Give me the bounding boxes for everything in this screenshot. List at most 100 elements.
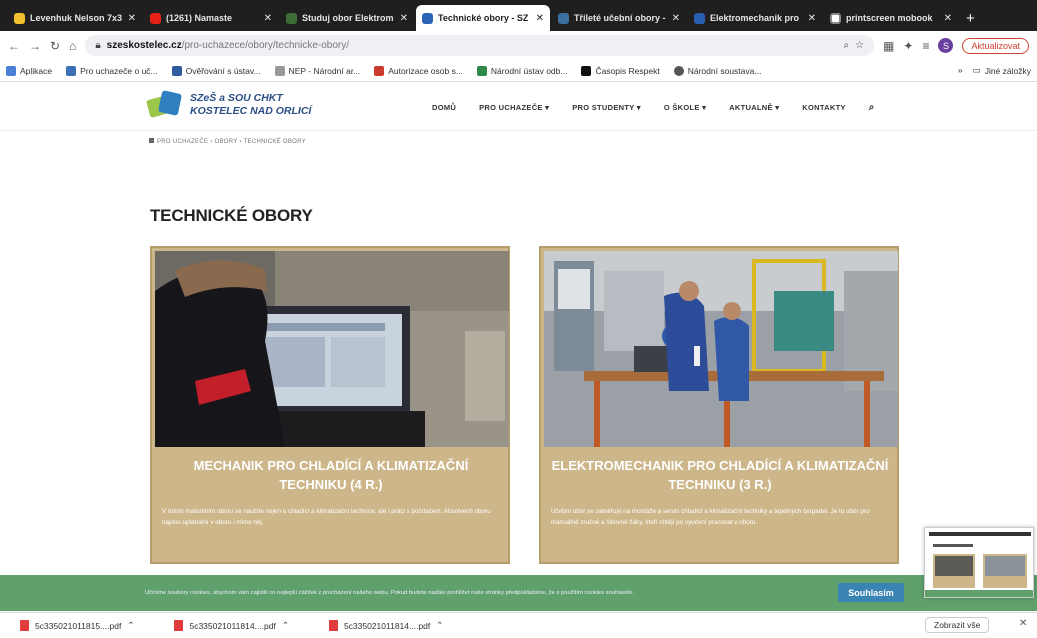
bookmark-favicon-icon [673, 65, 684, 76]
favicon-icon [694, 12, 705, 24]
bookmark-label: Aplikace [20, 65, 53, 76]
site-logo[interactable]: SZeŠ a SOU CHKT KOSTELEC NAD ORLICÍ [145, 88, 311, 122]
program-card-mechanik[interactable]: MECHANIK PRO CHLADÍCÍ A KLIMATIZAČNÍ TEC… [150, 246, 510, 564]
zoom-icon[interactable]: ⌕ [843, 40, 849, 51]
breadcrumb: PRO UCHAZEČE › OBORY › TECHNICKÉ OBORY [149, 138, 306, 145]
site-header: SZeŠ a SOU CHKT KOSTELEC NAD ORLICÍ DOMŮ … [0, 83, 1037, 131]
other-bookmarks-label: Jiné záložky [984, 65, 1031, 76]
favicon-icon [14, 12, 25, 24]
close-icon[interactable]: ✕ [536, 13, 544, 24]
other-bookmarks[interactable]: ▭ Jiné záložky [973, 65, 1031, 76]
nav-item-pro-uchazece[interactable]: PRO UCHAZEČE ▾ [479, 103, 549, 112]
home-icon[interactable]: ⌂ [69, 39, 76, 53]
search-icon[interactable]: ⌕ [869, 102, 875, 113]
card-photo-workshop[interactable] [544, 251, 898, 447]
bookmark-label: Národní ústav odb... [490, 65, 568, 76]
bookmark-label: Ověřování s ústav... [185, 65, 261, 76]
bookmark-item[interactable]: Pro uchazeče o uč... [66, 65, 158, 76]
url-host: szeskostelec.cz [106, 40, 182, 51]
bookmark-item[interactable]: NEP - Národní ar... [274, 65, 361, 76]
cookie-text: Učiníme soubory cookies, abychom vám zaj… [145, 590, 634, 596]
bookmark-item[interactable]: Ověřování s ústav... [171, 65, 261, 76]
nav-item-pro-studenty[interactable]: PRO STUDENTY ▾ [572, 103, 641, 112]
download-filename: 5c335021011815....pdf [35, 620, 122, 631]
nav-item-o-skole[interactable]: O ŠKOLE ▾ [664, 103, 706, 112]
main-nav: DOMŮ PRO UCHAZEČE ▾ PRO STUDENTY ▾ O ŠKO… [432, 83, 875, 131]
bookmarks-bar: Aplikace Pro uchazeče o uč... Ověřování … [0, 60, 1037, 82]
download-item[interactable]: 5c335021011815....pdf ⌃ [20, 620, 134, 631]
nav-item-kontakty[interactable]: KONTAKTY [802, 103, 846, 112]
tab-5[interactable]: Elektromechanik pro ✕ [688, 5, 822, 31]
bookmark-favicon-icon [476, 65, 487, 76]
bookmark-item[interactable]: Národní soustava... [673, 65, 762, 76]
bookmark-item[interactable]: Aplikace [6, 65, 53, 76]
star-icon[interactable]: ☆ [855, 40, 864, 51]
screenshot-preview[interactable] [924, 527, 1034, 598]
card-title[interactable]: MECHANIK PRO CHLADÍCÍ A KLIMATIZAČNÍ TEC… [160, 456, 502, 494]
close-icon[interactable]: ✕ [1019, 618, 1027, 629]
close-icon[interactable]: ✕ [672, 13, 680, 24]
breadcrumb-path[interactable]: PRO UCHAZEČE › OBORY › TECHNICKÉ OBORY [157, 139, 306, 145]
more-bookmarks-icon[interactable]: » [958, 65, 963, 76]
pdf-icon [328, 620, 338, 631]
update-button[interactable]: Aktualizovat [962, 37, 1029, 54]
tab-3-active[interactable]: Technické obory - SZ ✕ [416, 5, 550, 31]
tab-title: Tříleté učební obory - [574, 13, 666, 23]
close-icon[interactable]: ✕ [944, 13, 952, 24]
bookmark-favicon-icon [171, 65, 182, 76]
bookmark-item[interactable]: Časopis Respekt [581, 65, 660, 76]
close-icon[interactable]: ✕ [128, 13, 136, 24]
show-all-downloads-button[interactable]: Zobrazit vše [925, 617, 990, 633]
puzzle-icon[interactable]: ✦ [903, 39, 913, 53]
reading-list-icon[interactable]: ≡ [922, 39, 929, 53]
download-filename: 5c335021011814....pdf [343, 620, 431, 631]
browser-window: Levenhuk Nelson 7x3 ✕ (1261) Namaste ✕ Stu… [0, 0, 1037, 638]
close-icon[interactable]: ✕ [808, 13, 816, 24]
bookmark-label: Autorizace osob s... [388, 65, 463, 76]
cookie-agree-button[interactable]: Souhlasím [838, 583, 904, 602]
tab-title: printscreen mobook [846, 13, 933, 23]
bookmark-label: NEP - Národní ar... [288, 65, 361, 76]
program-card-elektromechanik[interactable]: ELEKTROMECHANIK PRO CHLADÍCÍ A KLIMATIZA… [539, 246, 899, 564]
lock-icon: 🔒︎ [95, 40, 101, 51]
download-filename: 5c335021011814....pdf [189, 620, 276, 631]
youtube-icon [150, 12, 161, 24]
back-icon[interactable]: ← [8, 39, 20, 53]
card-title[interactable]: ELEKTROMECHANIK PRO CHLADÍCÍ A KLIMATIZA… [549, 456, 891, 494]
home-icon[interactable] [149, 138, 154, 143]
profile-avatar[interactable]: S [938, 38, 954, 53]
card-description: V tomto maturitním oboru se naučíte neje… [162, 508, 491, 526]
tab-4[interactable]: Tříleté učební obory - ✕ [552, 5, 686, 31]
chevron-up-icon[interactable]: ⌃ [436, 620, 443, 631]
bookmark-label: Národní soustava... [687, 65, 762, 76]
tab-strip: Levenhuk Nelson 7x3 ✕ (1261) Namaste ✕ Stu… [0, 0, 1037, 31]
new-tab-button[interactable]: + [960, 5, 975, 31]
chevron-up-icon[interactable]: ⌃ [282, 620, 289, 631]
bookmark-label: Pro uchazeče o uč... [80, 65, 158, 76]
bookmark-item[interactable]: Národní ústav odb... [476, 65, 568, 76]
tab-title: Studuj obor Elektrom [302, 13, 394, 23]
toolbar: ← → ↻ ⌂ 🔒︎ szeskostelec.cz/pro-uchazece/… [0, 31, 1037, 60]
address-bar[interactable]: 🔒︎ szeskostelec.cz/pro-uchazece/obory/te… [85, 35, 875, 56]
download-item[interactable]: 5c335021011814....pdf ⌃ [174, 620, 289, 631]
tab-1[interactable]: (1261) Namaste ✕ [144, 5, 278, 31]
tab-2[interactable]: Studuj obor Elektrom ✕ [280, 5, 414, 31]
apps-icon [6, 65, 16, 76]
extension-icon[interactable]: ▦ [883, 39, 894, 53]
nav-item-aktualne[interactable]: AKTUALNĚ ▾ [729, 103, 779, 112]
pdf-icon [20, 620, 29, 631]
reload-icon[interactable]: ↻ [50, 39, 60, 53]
nav-item-domu[interactable]: DOMŮ [432, 103, 456, 112]
bookmark-favicon-icon [274, 65, 285, 76]
card-photo-laptop[interactable] [155, 251, 509, 447]
tab-0[interactable]: Levenhuk Nelson 7x3 ✕ [8, 5, 142, 31]
tab-title: Technické obory - SZ [438, 13, 529, 23]
close-icon[interactable]: ✕ [264, 13, 272, 24]
tab-6[interactable]: printscreen mobook ✕ [824, 5, 958, 31]
download-item[interactable]: 5c335021011814....pdf ⌃ [328, 620, 443, 631]
bookmark-item[interactable]: Autorizace osob s... [374, 65, 463, 76]
bookmark-label: Časopis Respekt [595, 65, 660, 76]
close-icon[interactable]: ✕ [400, 13, 408, 24]
chevron-up-icon[interactable]: ⌃ [127, 620, 134, 631]
forward-icon[interactable]: → [29, 39, 41, 53]
